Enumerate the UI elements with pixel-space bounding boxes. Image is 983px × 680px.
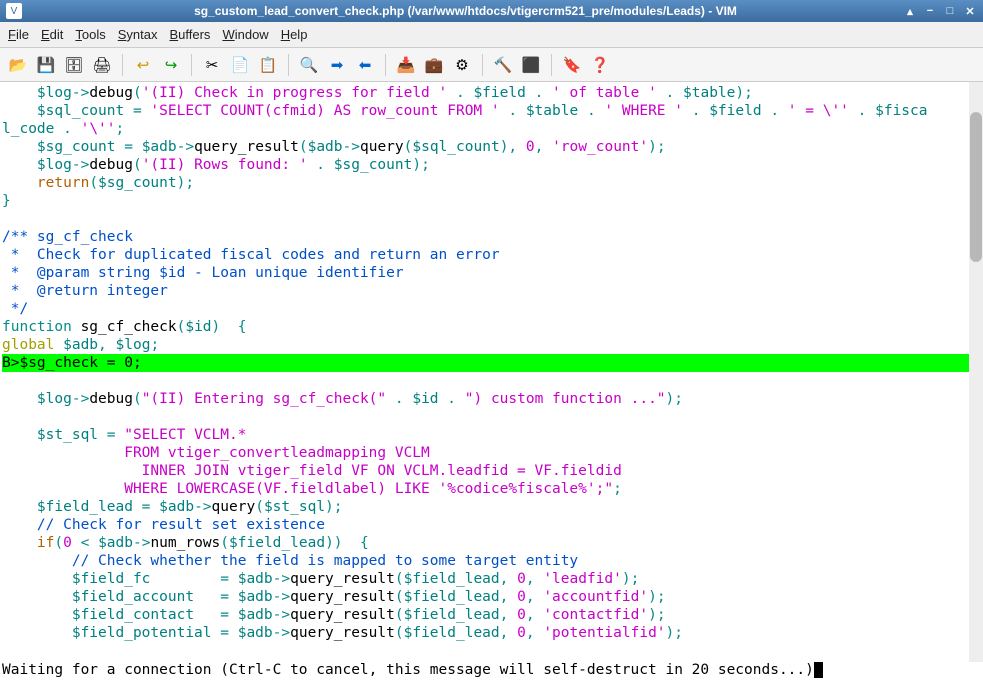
separator (191, 54, 192, 76)
copy-icon[interactable]: 📄 (228, 53, 252, 77)
tags-icon[interactable]: 🔖 (560, 53, 584, 77)
undo-icon[interactable]: ↩ (131, 53, 155, 77)
redo-icon[interactable]: ↪ (159, 53, 183, 77)
menu-tools[interactable]: Tools (75, 27, 105, 42)
menubar: File Edit Tools Syntax Buffers Window He… (0, 22, 983, 48)
findprev-icon[interactable]: ⬅ (353, 53, 377, 77)
print-icon[interactable]: 🖨 (90, 53, 114, 77)
separator (551, 54, 552, 76)
code-content[interactable]: $log->debug('(II) Check in progress for … (0, 82, 983, 642)
menu-syntax[interactable]: Syntax (118, 27, 158, 42)
paste-icon[interactable]: 📋 (256, 53, 280, 77)
scrollbar[interactable] (969, 82, 983, 662)
toolbar: 📂 💾 🗄 🖨 ↩ ↪ ✂ 📄 📋 🔍 ➡ ⬅ 📥 💼 ⚙ 🔨 ⬛ 🔖 ❓ (0, 48, 983, 82)
close-button[interactable]: ✕ (963, 4, 977, 18)
shell-icon[interactable]: ⬛ (519, 53, 543, 77)
separator (385, 54, 386, 76)
save-icon[interactable]: 💾 (34, 53, 58, 77)
window-title: sg_custom_lead_convert_check.php (/var/w… (28, 4, 903, 18)
app-icon: V (6, 3, 22, 19)
minimize-button[interactable]: − (923, 4, 937, 18)
breakpoint-line: B>$sg_check = 0; (2, 354, 970, 372)
cut-icon[interactable]: ✂ (200, 53, 224, 77)
rollup-button[interactable]: ▴ (903, 4, 917, 18)
menu-file[interactable]: File (8, 27, 29, 42)
replace-icon[interactable]: 🔍 (297, 53, 321, 77)
help-icon[interactable]: ❓ (588, 53, 612, 77)
cursor-icon (814, 662, 823, 678)
window-titlebar: V sg_custom_lead_convert_check.php (/var… (0, 0, 983, 22)
menu-edit[interactable]: Edit (41, 27, 63, 42)
savesess-icon[interactable]: 💼 (422, 53, 446, 77)
runscript-icon[interactable]: ⚙ (450, 53, 474, 77)
status-bar: Waiting for a connection (Ctrl-C to canc… (0, 662, 983, 678)
separator (482, 54, 483, 76)
separator (122, 54, 123, 76)
findnext-icon[interactable]: ➡ (325, 53, 349, 77)
editor-area[interactable]: $log->debug('(II) Check in progress for … (0, 82, 983, 662)
maximize-button[interactable]: □ (943, 4, 957, 18)
loadsess-icon[interactable]: 📥 (394, 53, 418, 77)
menu-buffers[interactable]: Buffers (169, 27, 210, 42)
scrollbar-thumb[interactable] (970, 112, 982, 262)
separator (288, 54, 289, 76)
menu-help[interactable]: Help (281, 27, 308, 42)
saveall-icon[interactable]: 🗄 (62, 53, 86, 77)
make-icon[interactable]: 🔨 (491, 53, 515, 77)
status-message: Waiting for a connection (Ctrl-C to canc… (2, 662, 814, 678)
menu-window[interactable]: Window (222, 27, 268, 42)
open-icon[interactable]: 📂 (6, 53, 30, 77)
